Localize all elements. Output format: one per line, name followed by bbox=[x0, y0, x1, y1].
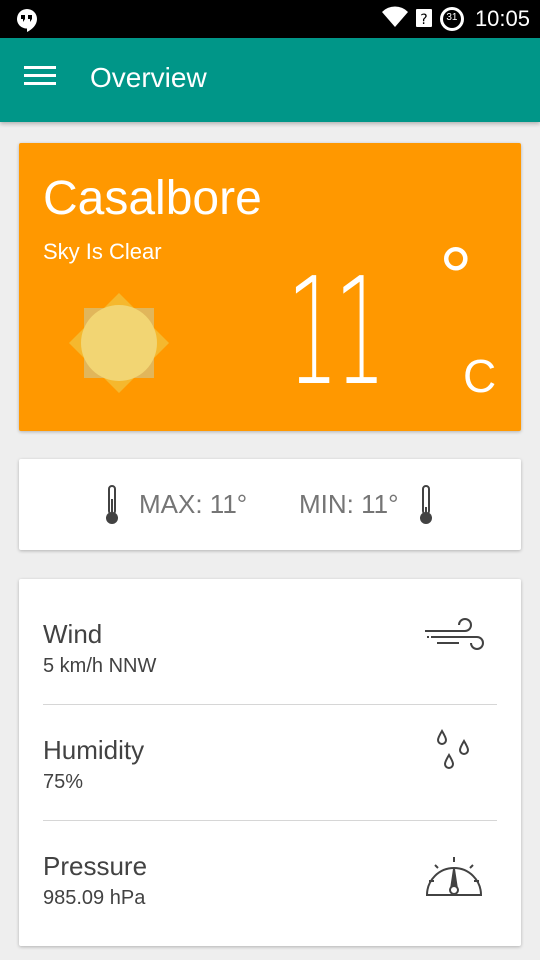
min-max-card: MAX: 11° MIN: 11° bbox=[19, 459, 521, 550]
details-card: Wind 5 km/h NNW Humidity 75% Pressure 98… bbox=[19, 579, 521, 946]
min-temperature: MIN: 11° bbox=[299, 489, 399, 519]
hamburger-menu-icon[interactable] bbox=[24, 66, 60, 94]
thermometer-icon bbox=[105, 485, 119, 525]
city-name: Casalbore bbox=[43, 172, 262, 225]
thermometer-icon bbox=[419, 485, 433, 525]
status-time: 10:05 bbox=[474, 6, 530, 31]
gauge-icon bbox=[423, 851, 485, 904]
temperature-unit: C bbox=[463, 350, 497, 402]
wind-icon bbox=[423, 617, 487, 658]
wind-value: 5 km/h NNW bbox=[43, 655, 157, 677]
hangouts-icon bbox=[14, 7, 40, 38]
weather-description: Sky Is Clear bbox=[43, 239, 162, 264]
pressure-value: 985.09 hPa bbox=[43, 887, 146, 909]
humidity-value: 75% bbox=[43, 771, 84, 793]
pressure-label: Pressure bbox=[43, 851, 148, 881]
wifi-icon bbox=[381, 5, 409, 33]
svg-text:?: ? bbox=[420, 12, 427, 28]
signal-icon: ? bbox=[415, 5, 433, 34]
humidity-row: Humidity 75% bbox=[19, 695, 521, 811]
sun-icon bbox=[67, 291, 171, 395]
page-title: Overview bbox=[90, 62, 207, 93]
calendar-icon: 31 bbox=[439, 6, 465, 32]
raindrops-icon bbox=[435, 729, 475, 780]
max-temperature: MAX: 11° bbox=[139, 489, 248, 519]
temperature-value: 11 bbox=[287, 246, 386, 418]
app-bar: Overview bbox=[0, 38, 540, 122]
temperature-display: 11 ° C bbox=[279, 230, 499, 418]
current-weather-card: Casalbore Sky Is Clear 11 ° C bbox=[19, 143, 521, 431]
calendar-day: 31 bbox=[446, 12, 458, 23]
degree-symbol: ° bbox=[439, 230, 473, 324]
status-bar: ? 31 10:05 bbox=[0, 0, 540, 38]
humidity-label: Humidity bbox=[43, 735, 145, 765]
pressure-row: Pressure 985.09 hPa bbox=[19, 811, 521, 927]
wind-row: Wind 5 km/h NNW bbox=[19, 579, 521, 695]
wind-label: Wind bbox=[43, 619, 103, 649]
